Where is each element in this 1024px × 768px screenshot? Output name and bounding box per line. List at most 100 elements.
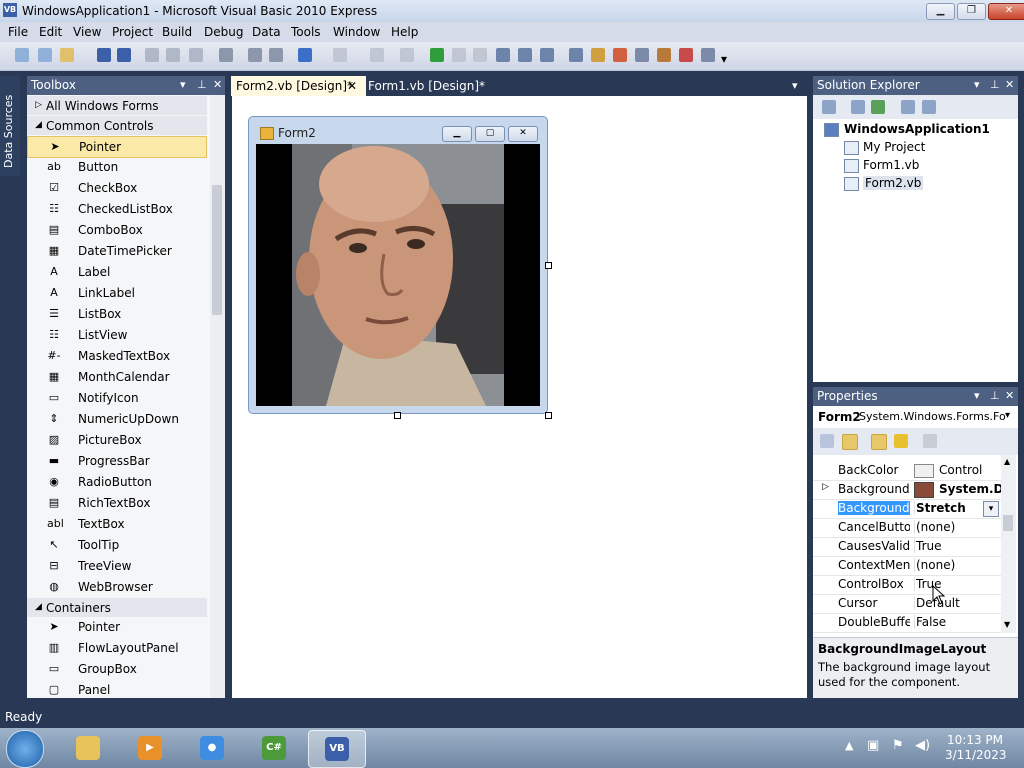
- dropdown-icon[interactable]: ▾: [974, 389, 980, 402]
- add-item-icon[interactable]: [38, 48, 52, 62]
- collapse-icon[interactable]: ◢: [35, 120, 42, 130]
- network-icon[interactable]: ▣: [867, 738, 879, 753]
- stop-debugging-icon[interactable]: [473, 48, 487, 62]
- property-value[interactable]: (none): [914, 520, 1002, 534]
- toolbox-item-checkedlistbox[interactable]: ☷ CheckedListBox: [27, 199, 207, 219]
- toolbox-item-label[interactable]: A Label: [27, 262, 207, 282]
- redo-icon[interactable]: [333, 48, 347, 62]
- start-button[interactable]: [6, 730, 44, 768]
- resize-handle-bottom[interactable]: [394, 412, 401, 419]
- properties-icon[interactable]: [822, 100, 836, 114]
- form2-window[interactable]: Form2 ▁ ▢ ✕: [248, 116, 548, 414]
- find-in-files-icon[interactable]: [569, 48, 583, 62]
- pin-icon[interactable]: ⊥: [197, 78, 207, 91]
- uncomment-icon[interactable]: [269, 48, 283, 62]
- property-row[interactable]: Cursor Default: [813, 594, 1001, 614]
- undo-icon[interactable]: [298, 48, 312, 62]
- toolbox-item-maskedtextbox[interactable]: #- MaskedTextBox: [27, 346, 207, 366]
- maximize-button[interactable]: ❐: [957, 3, 986, 20]
- scrollbar-thumb[interactable]: [212, 185, 222, 315]
- menu-window[interactable]: Window: [333, 25, 380, 39]
- toolbox-item-listbox[interactable]: ☰ ListBox: [27, 304, 207, 324]
- solution-item-my-project[interactable]: My Project: [863, 140, 925, 154]
- object-browser-icon[interactable]: [635, 48, 649, 62]
- pin-icon[interactable]: ⊥: [990, 389, 1000, 402]
- navigate-backward-icon[interactable]: [370, 48, 384, 62]
- properties-view-icon[interactable]: [871, 434, 887, 450]
- dropdown-icon[interactable]: ▾: [180, 78, 186, 91]
- toolbox-item-listview[interactable]: ☷ ListView: [27, 325, 207, 345]
- refresh-icon[interactable]: [871, 100, 885, 114]
- step-over-icon[interactable]: [518, 48, 532, 62]
- cut-icon[interactable]: [145, 48, 159, 62]
- events-icon[interactable]: [894, 434, 908, 448]
- toolbox-item-pointer[interactable]: ➤ Pointer: [27, 135, 207, 158]
- solution-explorer-icon[interactable]: [591, 48, 605, 62]
- paste-icon[interactable]: [189, 48, 203, 62]
- scroll-up-icon[interactable]: ▲: [1004, 457, 1010, 466]
- toolbox-item-tooltip[interactable]: ↖ ToolTip: [27, 535, 207, 555]
- copy-icon[interactable]: [166, 48, 180, 62]
- toolbox-item-textbox[interactable]: abl TextBox: [27, 514, 207, 534]
- categorized-icon[interactable]: [820, 434, 834, 448]
- taskbar-media-player[interactable]: ▶: [122, 730, 178, 766]
- menu-build[interactable]: Build: [162, 25, 192, 39]
- property-value[interactable]: System.Dr: [938, 482, 1001, 496]
- dropdown-icon[interactable]: ▾: [974, 78, 980, 91]
- close-button[interactable]: ✕: [988, 3, 1024, 20]
- scrollbar-thumb[interactable]: [1003, 515, 1013, 531]
- toolbox-item-pointer[interactable]: ➤ Pointer: [27, 617, 207, 637]
- toolbox-item-picturebox[interactable]: ▨ PictureBox: [27, 430, 207, 450]
- volume-icon[interactable]: ◀): [915, 738, 930, 753]
- property-value[interactable]: Default: [914, 596, 1002, 610]
- property-value[interactable]: False: [914, 615, 1002, 629]
- toolbox-group[interactable]: ◢ Containers: [27, 597, 207, 617]
- save-all-icon[interactable]: [117, 48, 131, 62]
- toolbox-item-webbrowser[interactable]: ◍ WebBrowser: [27, 577, 207, 597]
- show-hidden-icons-icon[interactable]: ▲: [845, 739, 853, 752]
- new-project-icon[interactable]: [15, 48, 29, 62]
- properties-scrollbar[interactable]: ▲ ▼: [1001, 455, 1016, 633]
- toolbox-item-numericupdown[interactable]: ⇕ NumericUpDown: [27, 409, 207, 429]
- properties-window-icon[interactable]: [613, 48, 627, 62]
- solution-item-form1[interactable]: Form1.vb: [863, 158, 919, 172]
- step-into-icon[interactable]: [496, 48, 510, 62]
- tab-form1-design[interactable]: Form1.vb [Design]*: [363, 76, 508, 96]
- save-icon[interactable]: [97, 48, 111, 62]
- tab-form2-design[interactable]: Form2.vb [Design]* ✕: [231, 76, 366, 96]
- toolbox-item-groupbox[interactable]: ▭ GroupBox: [27, 659, 207, 679]
- toolbox-group[interactable]: ◢ Common Controls: [27, 115, 207, 135]
- property-pages-icon[interactable]: [923, 434, 937, 448]
- property-row[interactable]: CausesValidat True: [813, 537, 1001, 557]
- navigate-forward-icon[interactable]: [400, 48, 414, 62]
- property-row[interactable]: ▷ BackgroundIm System.Dr: [813, 480, 1001, 500]
- taskbar-csharp-express[interactable]: C#: [246, 730, 302, 766]
- property-row[interactable]: ControlBox True: [813, 575, 1001, 595]
- property-row[interactable]: BackColor Control: [813, 461, 1001, 481]
- object-selector[interactable]: Form2 System.Windows.Forms.Fo ▾: [813, 406, 1018, 429]
- resize-handle-corner[interactable]: [545, 412, 552, 419]
- resize-handle-right[interactable]: [545, 262, 552, 269]
- taskbar-explorer[interactable]: [60, 730, 116, 766]
- expand-icon[interactable]: ▷: [35, 100, 42, 110]
- property-value[interactable]: True: [914, 577, 1002, 591]
- start-debugging-icon[interactable]: [430, 48, 444, 62]
- error-list-icon[interactable]: [679, 48, 693, 62]
- property-value[interactable]: True: [914, 539, 1002, 553]
- comment-icon[interactable]: [248, 48, 262, 62]
- action-center-icon[interactable]: ⚑: [892, 738, 904, 753]
- menu-edit[interactable]: Edit: [39, 25, 62, 39]
- property-row[interactable]: CancelButton (none): [813, 518, 1001, 538]
- view-designer-icon[interactable]: [922, 100, 936, 114]
- taskbar-chrome[interactable]: ●: [184, 730, 240, 766]
- tab-list-dropdown-icon[interactable]: ▾: [792, 79, 798, 92]
- project-root[interactable]: WindowsApplication1: [844, 122, 990, 136]
- toolbox-item-notifyicon[interactable]: ▭ NotifyIcon: [27, 388, 207, 408]
- property-row[interactable]: BackgroundImStretch▾: [813, 499, 1001, 519]
- toolbox-icon[interactable]: [657, 48, 671, 62]
- toolbox-group[interactable]: ▷ All Windows Forms: [27, 96, 207, 115]
- toolbox-item-panel[interactable]: ▢ Panel: [27, 680, 207, 698]
- scroll-down-icon[interactable]: ▼: [1004, 620, 1010, 629]
- menu-project[interactable]: Project: [112, 25, 153, 39]
- toolbox-item-button[interactable]: ab Button: [27, 157, 207, 177]
